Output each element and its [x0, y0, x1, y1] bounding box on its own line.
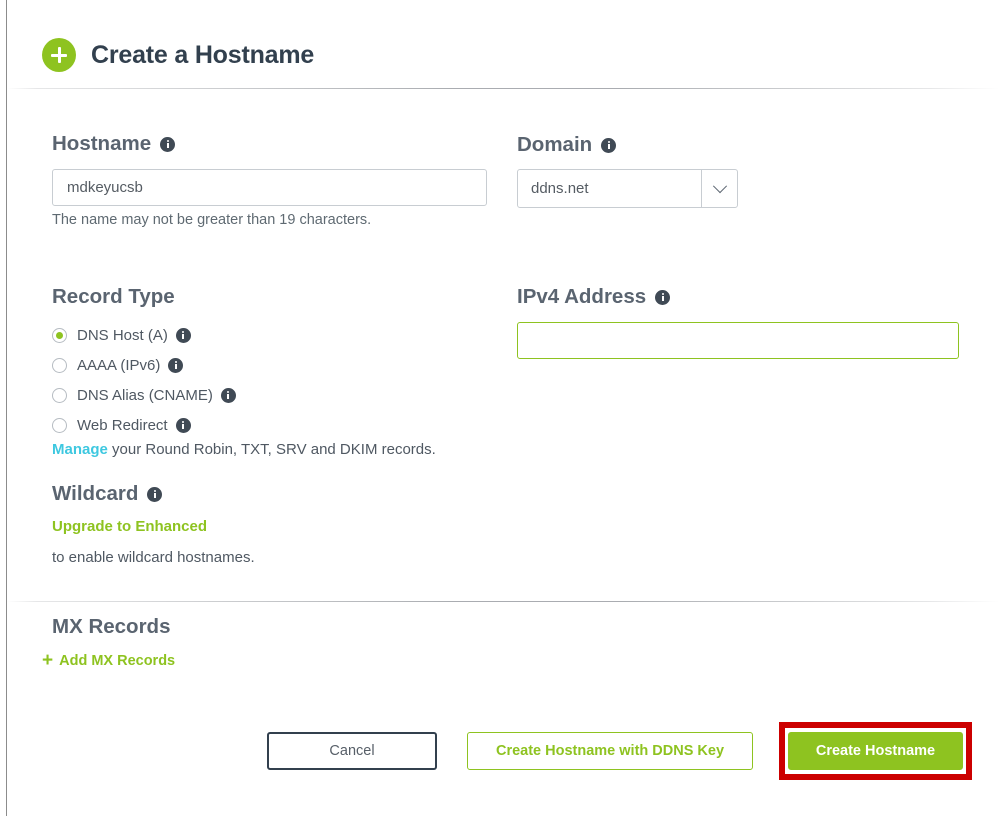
hostname-info-icon[interactable] — [160, 136, 176, 152]
radio-label-web-redirect: Web Redirect — [77, 416, 168, 434]
radio-option-dns-host-a[interactable]: DNS Host (A) — [52, 320, 236, 350]
radio-option-dns-alias-cname[interactable]: DNS Alias (CNAME) — [52, 380, 236, 410]
chevron-down-glyph — [712, 178, 727, 193]
hostname-input[interactable] — [52, 169, 487, 206]
hostname-input-wrap — [52, 169, 487, 206]
mx-records-divider — [7, 601, 999, 602]
web-redirect-info-icon[interactable] — [175, 417, 191, 433]
domain-info-icon[interactable] — [601, 137, 617, 153]
add-mx-records-link[interactable]: + Add MX Records — [42, 651, 175, 670]
domain-select-value: ddns.net — [531, 180, 589, 197]
upgrade-to-enhanced-link[interactable]: Upgrade to Enhanced — [52, 518, 207, 535]
domain-select[interactable]: ddns.net — [517, 169, 738, 208]
wildcard-note: to enable wildcard hostnames. — [52, 549, 255, 566]
cancel-button[interactable]: Cancel — [267, 732, 437, 770]
wildcard-label: Wildcard — [52, 482, 163, 506]
domain-label: Domain — [517, 133, 617, 157]
dns-host-a-info-icon[interactable] — [175, 327, 191, 343]
aaaa-ipv6-info-icon[interactable] — [168, 357, 184, 373]
add-mx-records-label: Add MX Records — [59, 652, 176, 669]
radio-dns-alias-cname[interactable] — [52, 387, 67, 403]
create-hostname-with-ddns-key-button[interactable]: Create Hostname with DDNS Key — [467, 732, 753, 770]
mx-records-title: MX Records — [52, 615, 171, 638]
create-hostname-button[interactable]: Create Hostname — [788, 732, 963, 770]
create-hostname-page: Create a Hostname Hostname The name may … — [7, 0, 999, 819]
radio-label-aaaa-ipv6: AAAA (IPv6) — [77, 356, 161, 374]
page-title: Create a Hostname — [91, 40, 315, 69]
plus-circle-icon — [42, 38, 76, 72]
manage-records-link[interactable]: Manage — [52, 441, 108, 458]
radio-option-web-redirect[interactable]: Web Redirect — [52, 410, 236, 440]
radio-web-redirect[interactable] — [52, 417, 67, 433]
ipv4-label: IPv4 Address — [517, 285, 671, 309]
hostname-label: Hostname — [52, 132, 176, 156]
wildcard-info-icon[interactable] — [147, 486, 163, 502]
hostname-label-text: Hostname — [52, 132, 152, 155]
radio-option-aaaa-ipv6[interactable]: AAAA (IPv6) — [52, 350, 236, 380]
plus-icon: + — [42, 650, 54, 671]
radio-dns-host-a[interactable] — [52, 327, 67, 343]
manage-records-rest: your Round Robin, TXT, SRV and DKIM reco… — [107, 441, 436, 458]
ipv4-label-text: IPv4 Address — [517, 285, 647, 308]
ipv4-input[interactable] — [517, 322, 959, 359]
chevron-down-icon[interactable] — [701, 170, 737, 207]
domain-label-text: Domain — [517, 133, 593, 156]
manage-records-line: Manage your Round Robin, TXT, SRV and DK… — [52, 441, 436, 458]
record-type-radio-group: DNS Host (A) AAAA (IPv6) DNS Alias (CNAM… — [52, 320, 236, 440]
page-header: Create a Hostname — [7, 0, 999, 86]
dns-alias-cname-info-icon[interactable] — [220, 387, 236, 403]
header-divider — [7, 88, 999, 89]
radio-aaaa-ipv6[interactable] — [52, 357, 67, 373]
hostname-hint: The name may not be greater than 19 char… — [52, 212, 372, 228]
ipv4-info-icon[interactable] — [655, 289, 671, 305]
page-header-inner: Create a Hostname — [42, 38, 314, 72]
record-type-label: Record Type — [52, 285, 175, 309]
record-type-label-text: Record Type — [52, 285, 175, 308]
radio-label-dns-host-a: DNS Host (A) — [77, 326, 168, 344]
radio-label-dns-alias-cname: DNS Alias (CNAME) — [77, 386, 213, 404]
wildcard-label-text: Wildcard — [52, 482, 139, 505]
